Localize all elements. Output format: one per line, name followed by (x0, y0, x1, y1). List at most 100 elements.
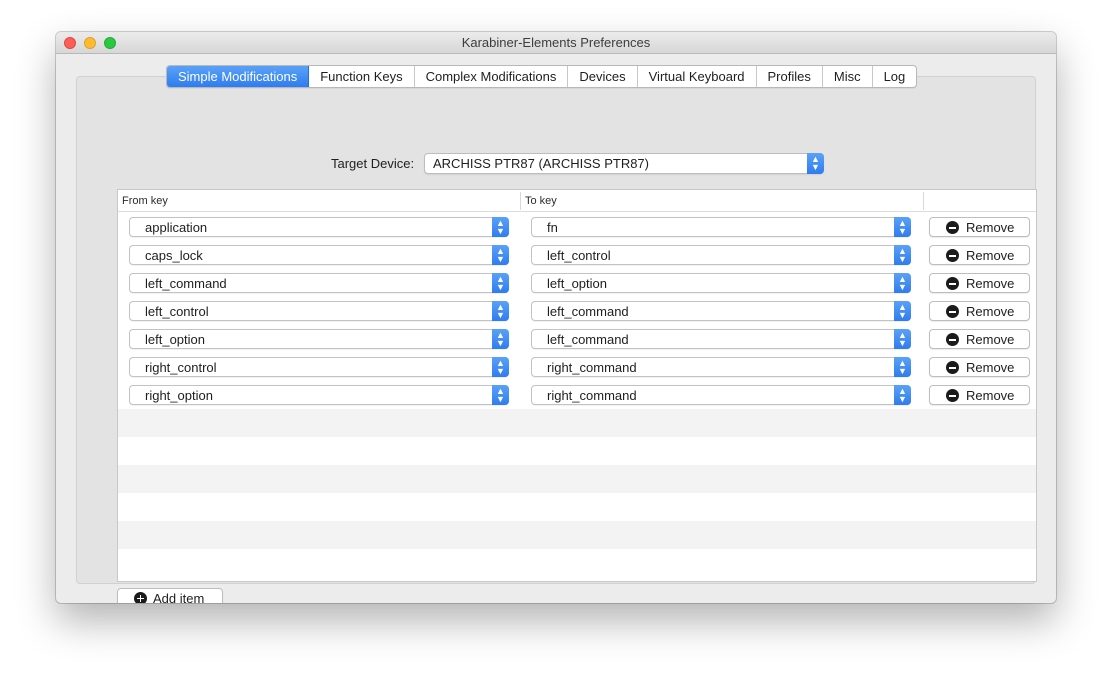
to-key-value: left_control (547, 248, 611, 263)
tab-misc[interactable]: Misc (823, 66, 873, 87)
table-row: right_control ▲ ▼ right_command ▲ ▼ Remove (118, 353, 1036, 381)
tab-simple-modifications[interactable]: Simple Modifications (167, 66, 310, 87)
from-key-value: application (145, 220, 208, 235)
tab-bar: Simple Modifications Function Keys Complex… (166, 65, 918, 88)
chevron-up-down-icon: ▲ ▼ (894, 301, 911, 321)
column-header-to-key[interactable]: To key (525, 195, 557, 207)
remove-button[interactable]: Remove (929, 301, 1030, 321)
title-bar[interactable]: Karabiner-Elements Preferences (56, 32, 1056, 54)
chevron-up-down-icon: ▲ ▼ (807, 153, 824, 174)
chevron-up-down-icon: ▲ ▼ (492, 245, 509, 265)
chevron-up-down-icon: ▲ ▼ (492, 329, 509, 349)
from-key-value: right_control (145, 360, 217, 375)
add-item-button[interactable]: Add item (117, 588, 223, 603)
chevron-up-down-icon: ▲ ▼ (894, 273, 911, 293)
to-key-value: right_command (547, 388, 637, 403)
from-key-select[interactable]: right_control ▲ ▼ (129, 357, 509, 377)
remove-button[interactable]: Remove (929, 245, 1030, 265)
modifications-table: From key To key application ▲ ▼ fn ▲ ▼ Remove c… (117, 189, 1037, 582)
to-key-value: left_option (547, 276, 607, 291)
window-title: Karabiner-Elements Preferences (461, 35, 651, 50)
from-key-select[interactable]: left_option ▲ ▼ (129, 329, 509, 349)
target-device-select[interactable]: ARCHISS PTR87 (ARCHISS PTR87) ▲ ▼ (424, 153, 824, 174)
minus-circle-icon (946, 361, 959, 374)
tab-log[interactable]: Log (873, 66, 917, 87)
from-key-value: left_option (145, 332, 205, 347)
to-key-select[interactable]: fn ▲ ▼ (531, 217, 911, 237)
from-key-value: left_control (145, 304, 209, 319)
to-key-select[interactable]: left_option ▲ ▼ (531, 273, 911, 293)
chevron-up-down-icon: ▲ ▼ (894, 357, 911, 377)
target-device-label: Target Device: (331, 156, 415, 171)
minus-circle-icon (946, 277, 959, 290)
empty-row (118, 549, 1036, 577)
table-row: left_control ▲ ▼ left_command ▲ ▼ Remove (118, 297, 1036, 325)
remove-button[interactable]: Remove (929, 385, 1030, 405)
empty-row (118, 521, 1036, 549)
from-key-select[interactable]: left_command ▲ ▼ (129, 273, 509, 293)
from-key-select[interactable]: left_control ▲ ▼ (129, 301, 509, 321)
to-key-select[interactable]: right_command ▲ ▼ (531, 357, 911, 377)
from-key-select[interactable]: right_option ▲ ▼ (129, 385, 509, 405)
minus-circle-icon (946, 249, 959, 262)
column-header-from-key[interactable]: From key (122, 195, 168, 207)
to-key-select[interactable]: right_command ▲ ▼ (531, 385, 911, 405)
tab-virtual-keyboard[interactable]: Virtual Keyboard (638, 66, 757, 87)
to-key-value: fn (547, 220, 558, 235)
remove-label: Remove (966, 360, 1015, 375)
empty-row (118, 409, 1036, 437)
to-key-value: left_command (547, 304, 629, 319)
chevron-up-down-icon: ▲ ▼ (894, 329, 911, 349)
from-key-select[interactable]: application ▲ ▼ (129, 217, 509, 237)
column-divider (923, 192, 924, 210)
plus-circle-icon (134, 592, 147, 603)
remove-button[interactable]: Remove (929, 329, 1030, 349)
chevron-up-down-icon: ▲ ▼ (894, 245, 911, 265)
from-key-value: left_command (145, 276, 227, 291)
empty-row (118, 437, 1036, 465)
tab-profiles[interactable]: Profiles (757, 66, 823, 87)
to-key-value: left_command (547, 332, 629, 347)
tab-devices[interactable]: Devices (568, 66, 638, 87)
to-key-select[interactable]: left_control ▲ ▼ (531, 245, 911, 265)
empty-row (118, 493, 1036, 521)
chevron-up-down-icon: ▲ ▼ (492, 301, 509, 321)
from-key-value: right_option (145, 388, 213, 403)
remove-label: Remove (966, 388, 1015, 403)
chevron-up-down-icon: ▲ ▼ (492, 273, 509, 293)
remove-button[interactable]: Remove (929, 217, 1030, 237)
add-item-label: Add item (153, 591, 205, 603)
minus-circle-icon (946, 333, 959, 346)
table-row: left_option ▲ ▼ left_command ▲ ▼ Remove (118, 325, 1036, 353)
minus-circle-icon (946, 221, 959, 234)
target-device-value: ARCHISS PTR87 (ARCHISS PTR87) (433, 156, 649, 171)
remove-label: Remove (966, 304, 1015, 319)
minus-circle-icon (946, 305, 959, 318)
remove-button[interactable]: Remove (929, 357, 1030, 377)
chevron-up-down-icon: ▲ ▼ (492, 385, 509, 405)
from-key-select[interactable]: caps_lock ▲ ▼ (129, 245, 509, 265)
to-key-value: right_command (547, 360, 637, 375)
preferences-window: Karabiner-Elements Preferences Target De… (56, 32, 1056, 603)
content-panel: Target Device: ARCHISS PTR87 (ARCHISS PT… (76, 76, 1037, 603)
table-header: From key To key (118, 190, 1036, 212)
chevron-up-down-icon: ▲ ▼ (894, 385, 911, 405)
from-key-value: caps_lock (145, 248, 203, 263)
chevron-up-down-icon: ▲ ▼ (894, 217, 911, 237)
table-row: caps_lock ▲ ▼ left_control ▲ ▼ Remove (118, 241, 1036, 269)
to-key-select[interactable]: left_command ▲ ▼ (531, 329, 911, 349)
tab-function-keys[interactable]: Function Keys (309, 66, 415, 87)
minus-circle-icon (946, 389, 959, 402)
column-divider (520, 192, 521, 210)
remove-button[interactable]: Remove (929, 273, 1030, 293)
remove-label: Remove (966, 332, 1015, 347)
to-key-select[interactable]: left_command ▲ ▼ (531, 301, 911, 321)
tab-complex-modifications[interactable]: Complex Modifications (415, 66, 569, 87)
table-row: left_command ▲ ▼ left_option ▲ ▼ Remove (118, 269, 1036, 297)
remove-label: Remove (966, 248, 1015, 263)
table-row: right_option ▲ ▼ right_command ▲ ▼ Remove (118, 381, 1036, 409)
empty-row (118, 465, 1036, 493)
chevron-up-down-icon: ▲ ▼ (492, 357, 509, 377)
chevron-up-down-icon: ▲ ▼ (492, 217, 509, 237)
remove-label: Remove (966, 276, 1015, 291)
